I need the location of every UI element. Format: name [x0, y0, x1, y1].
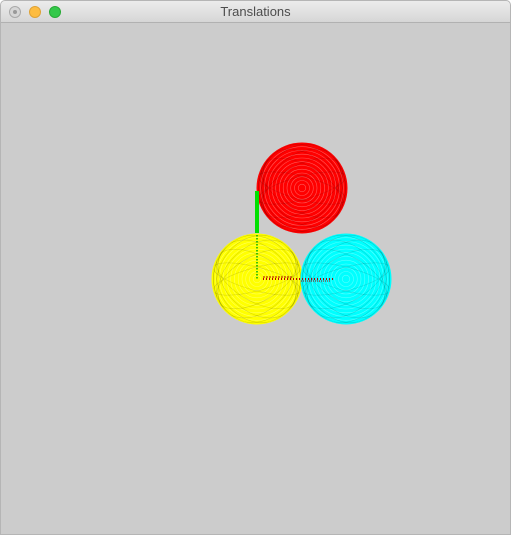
- window-title: Translations: [220, 4, 291, 19]
- scene-svg: [211, 142, 392, 325]
- cyan-sphere: [300, 233, 392, 325]
- y-axis-line: [255, 191, 259, 233]
- render-canvas[interactable]: [1, 23, 510, 534]
- title-bar[interactable]: Translations: [1, 1, 510, 23]
- y-axis: [255, 191, 259, 233]
- red-sphere: [256, 142, 348, 234]
- app-window: Translations: [0, 0, 511, 535]
